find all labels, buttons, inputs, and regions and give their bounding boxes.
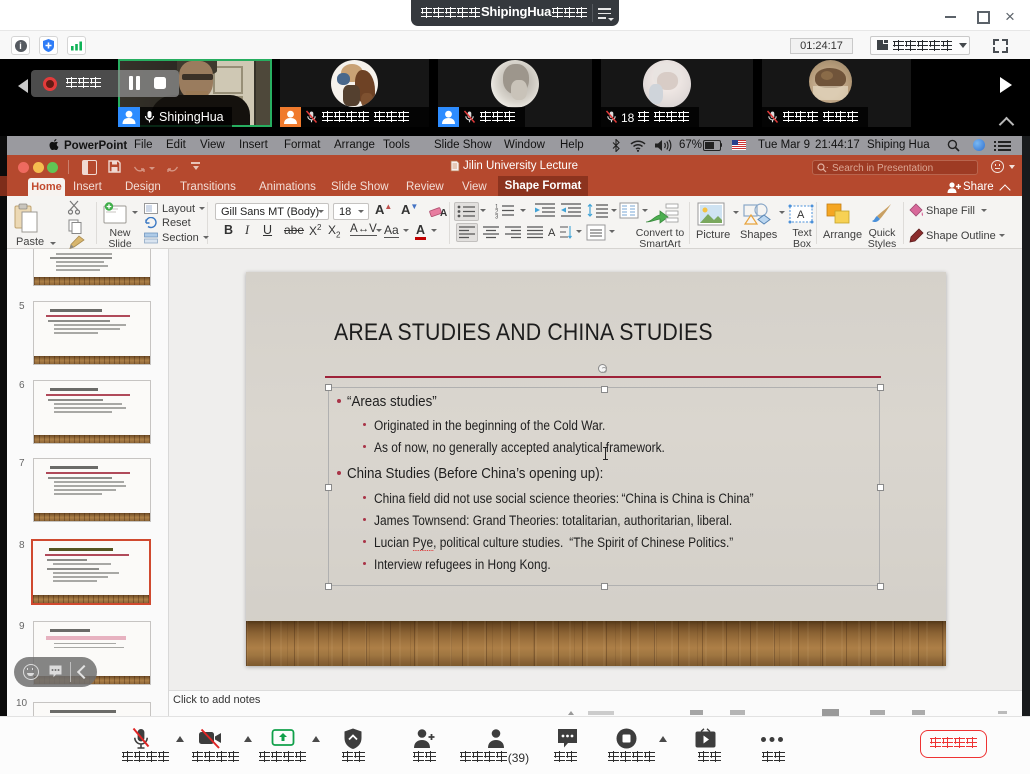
svg-text:A: A <box>797 209 805 221</box>
svg-text:A: A <box>440 208 447 219</box>
svg-text:A: A <box>548 227 556 239</box>
svg-text:3: 3 <box>495 215 499 220</box>
